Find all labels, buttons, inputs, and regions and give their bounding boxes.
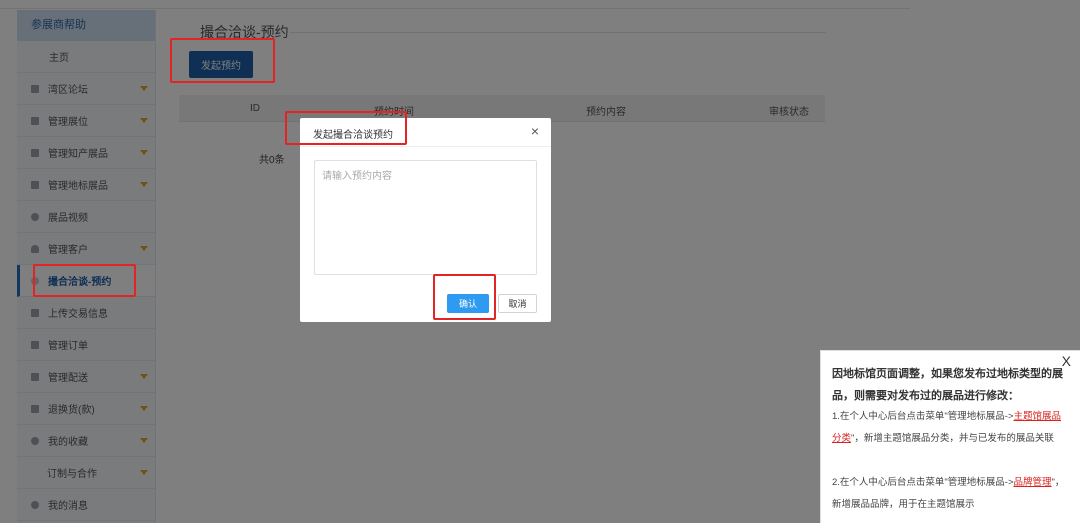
dialog-title: 发起撮合洽谈预约 bbox=[313, 130, 393, 141]
notice-item-2: 2.在个人中心后台点击菜单"管理地标展品->品牌管理"，新增展品品牌，用于在主题… bbox=[832, 472, 1068, 516]
cancel-button[interactable]: 取消 bbox=[498, 294, 537, 313]
notice-heading: 因地标馆页面调整，如果您发布过地标类型的展品，则需要对发布过的展品进行修改： bbox=[832, 368, 1063, 402]
confirm-button[interactable]: 确认 bbox=[447, 294, 489, 313]
notice-panel: X 因地标馆页面调整，如果您发布过地标类型的展品，则需要对发布过的展品进行修改：… bbox=[820, 350, 1080, 523]
notice-item-2-text: 2.在个人中心后台点击菜单"管理地标展品-> bbox=[832, 477, 1014, 488]
appointment-dialog: 发起撮合洽谈预约 × 确认 取消 bbox=[300, 118, 551, 322]
brand-management-link[interactable]: 品牌管理 bbox=[1014, 477, 1052, 488]
notice-item-1-tail: "，新增主题馆展品分类，并与已发布的展品关联 bbox=[851, 433, 1054, 444]
close-icon[interactable]: × bbox=[531, 124, 539, 138]
dialog-header: 发起撮合洽谈预约 × bbox=[300, 118, 551, 147]
appointment-content-input[interactable] bbox=[314, 160, 537, 275]
notice-item-1-text: 1.在个人中心后台点击菜单"管理地标展品-> bbox=[832, 411, 1014, 422]
notice-item-1: 1.在个人中心后台点击菜单"管理地标展品->主题馆展品分类"，新增主题馆展品分类… bbox=[832, 406, 1068, 450]
